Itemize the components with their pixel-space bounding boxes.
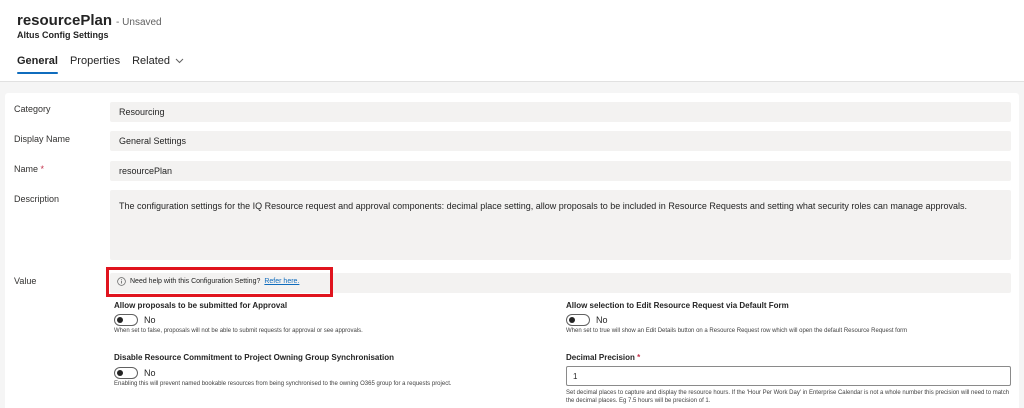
display-name-value: General Settings — [119, 136, 187, 146]
description-field[interactable]: The configuration settings for the IQ Re… — [110, 190, 1011, 260]
entity-name: Altus Config Settings — [17, 30, 109, 40]
allow-edit-toggle-row: No — [566, 314, 608, 326]
title-row: resourcePlan - Unsaved — [17, 12, 162, 29]
required-indicator: * — [40, 164, 45, 174]
allow-proposals-toggle-row: No — [114, 314, 156, 326]
allow-edit-toggle[interactable] — [566, 314, 590, 326]
category-value: Resourcing — [119, 107, 165, 117]
info-icon — [117, 277, 126, 286]
chevron-down-icon — [175, 58, 184, 64]
name-value: resourcePlan — [119, 166, 173, 176]
display-name-label: Display Name — [14, 134, 71, 144]
tab-general[interactable]: General — [17, 55, 58, 74]
name-field[interactable]: resourcePlan — [110, 161, 1011, 181]
tab-related-label: Related — [132, 55, 171, 67]
allow-proposals-title: Allow proposals to be submitted for Appr… — [114, 301, 288, 310]
toggle-knob — [569, 317, 575, 323]
decimal-precision-description: Set decimal places to capture and displa… — [566, 390, 1010, 404]
decimal-precision-title: Decimal Precision * — [566, 353, 640, 362]
display-name-field[interactable]: General Settings — [110, 131, 1011, 151]
name-label: Name * — [14, 164, 44, 174]
disable-commitment-title: Disable Resource Commitment to Project O… — [114, 353, 395, 362]
disable-commitment-toggle-row: No — [114, 367, 156, 379]
allow-edit-description: When set to true will show an Edit Detai… — [566, 328, 908, 334]
help-message: Need help with this Configuration Settin… — [117, 277, 299, 286]
toggle-knob — [117, 317, 123, 323]
category-field[interactable]: Resourcing — [110, 102, 1011, 122]
tab-properties[interactable]: Properties — [70, 55, 120, 74]
tab-general-label: General — [17, 55, 58, 67]
disable-commitment-toggle[interactable] — [114, 367, 138, 379]
allow-edit-toggle-label: No — [596, 315, 608, 325]
allow-proposals-toggle-label: No — [144, 315, 156, 325]
required-indicator: * — [637, 353, 641, 362]
category-label: Category — [14, 104, 51, 114]
save-status: - Unsaved — [116, 17, 162, 28]
tab-properties-label: Properties — [69, 55, 121, 67]
decimal-precision-input[interactable] — [566, 366, 1011, 386]
description-value: The configuration settings for the IQ Re… — [119, 201, 967, 211]
allow-edit-title: Allow selection to Edit Resource Request… — [566, 301, 789, 310]
description-label: Description — [14, 194, 60, 204]
refer-here-link[interactable]: Refer here. — [264, 278, 299, 285]
name-label-text: Name — [14, 164, 39, 174]
tab-bar: General Properties Related — [17, 55, 184, 74]
allow-proposals-description: When set to false, proposals will not be… — [114, 328, 363, 334]
help-text: Need help with this Configuration Settin… — [130, 278, 261, 285]
record-title: resourcePlan — [17, 12, 113, 29]
disable-commitment-toggle-label: No — [144, 368, 156, 378]
disable-commitment-description: Enabling this will prevent named bookabl… — [114, 381, 452, 387]
tab-related[interactable]: Related — [132, 55, 184, 74]
decimal-precision-title-text: Decimal Precision — [566, 353, 635, 362]
form-header: resourcePlan - Unsaved Altus Config Sett… — [0, 0, 1024, 82]
allow-proposals-toggle[interactable] — [114, 314, 138, 326]
form-section: Category Resourcing Display Name General… — [5, 93, 1019, 408]
value-label: Value — [14, 276, 37, 286]
toggle-knob — [117, 370, 123, 376]
